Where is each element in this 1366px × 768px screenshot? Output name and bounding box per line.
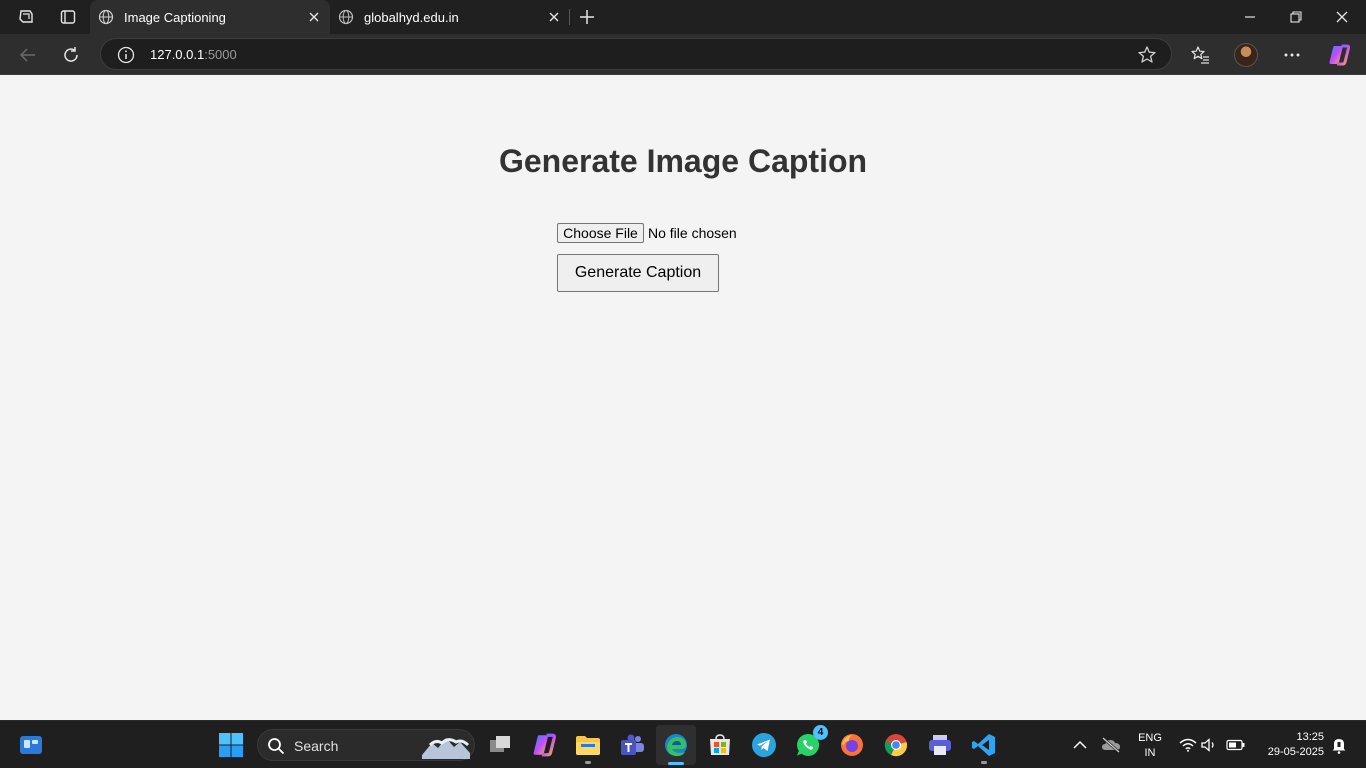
choose-file-button[interactable]: Choose File bbox=[557, 223, 644, 243]
notifications-button[interactable] bbox=[1329, 735, 1349, 755]
copilot-app[interactable] bbox=[528, 729, 560, 761]
task-view-icon bbox=[490, 736, 510, 752]
teams-app[interactable] bbox=[616, 729, 648, 761]
copilot-icon bbox=[533, 733, 557, 757]
browser-titlebar: Image Captioning globalhyd.edu.in bbox=[0, 0, 1366, 34]
printer-app[interactable] bbox=[924, 729, 956, 761]
favorites-list-icon bbox=[1191, 46, 1209, 64]
globe-icon bbox=[338, 9, 354, 25]
speaker-icon bbox=[1201, 738, 1214, 752]
file-explorer-app[interactable] bbox=[572, 729, 604, 764]
active-indicator bbox=[668, 762, 684, 765]
address-bar[interactable]: 127.0.0.1:5000 bbox=[100, 38, 1172, 70]
tab-actions-icon[interactable] bbox=[56, 6, 80, 28]
region-code: IN bbox=[1144, 747, 1156, 759]
plus-icon bbox=[580, 10, 594, 24]
file-input[interactable]: Choose File No file chosen bbox=[557, 223, 737, 243]
url-text[interactable]: 127.0.0.1:5000 bbox=[150, 47, 237, 62]
refresh-icon bbox=[64, 47, 78, 62]
taskbar: Search 4 ENG IN 13:25 29-05-2025 bbox=[0, 720, 1366, 768]
task-view-button[interactable] bbox=[484, 729, 516, 761]
back-button[interactable] bbox=[15, 42, 41, 68]
file-status-text: No file chosen bbox=[648, 225, 737, 241]
running-indicator bbox=[981, 761, 987, 764]
telegram-app[interactable] bbox=[748, 729, 780, 761]
network-tray-icon[interactable] bbox=[1178, 735, 1198, 755]
url-host: 127.0.0.1 bbox=[150, 47, 205, 62]
cloud-offline-icon bbox=[1102, 737, 1120, 753]
start-button[interactable] bbox=[215, 729, 247, 761]
firefox-app[interactable] bbox=[836, 729, 868, 761]
more-dots-icon bbox=[1284, 53, 1300, 57]
widgets-icon bbox=[20, 736, 42, 754]
tab-globalhyd[interactable]: globalhyd.edu.in bbox=[330, 0, 570, 34]
search-icon bbox=[268, 738, 285, 755]
close-window-button[interactable] bbox=[1330, 5, 1354, 29]
settings-menu-button[interactable] bbox=[1280, 43, 1304, 67]
browser-toolbar: 127.0.0.1:5000 bbox=[0, 34, 1366, 75]
vscode-app[interactable] bbox=[968, 729, 1000, 764]
teams-icon bbox=[621, 734, 644, 755]
running-indicator bbox=[585, 761, 591, 764]
clock-date: 29-05-2025 bbox=[1267, 746, 1324, 758]
page-content: Generate Image Caption Choose File No fi… bbox=[0, 75, 1366, 720]
system-clock[interactable]: 13:25 29-05-2025 bbox=[1258, 730, 1324, 760]
battery-tray-icon[interactable] bbox=[1226, 735, 1246, 755]
chrome-app[interactable] bbox=[880, 729, 912, 761]
close-tab-icon[interactable] bbox=[306, 9, 322, 25]
wifi-icon bbox=[1179, 738, 1197, 752]
tab-title: globalhyd.edu.in bbox=[364, 9, 459, 25]
page-title: Generate Image Caption bbox=[498, 143, 868, 179]
folder-icon bbox=[576, 736, 600, 755]
notification-badge: 4 bbox=[813, 725, 828, 740]
edge-icon bbox=[665, 734, 687, 757]
windows-logo-icon bbox=[219, 733, 243, 757]
globe-icon bbox=[98, 9, 114, 25]
whatsapp-app[interactable]: 4 bbox=[792, 725, 828, 761]
copilot-button[interactable] bbox=[1327, 43, 1351, 67]
search-highlight-image bbox=[422, 738, 470, 759]
refresh-button[interactable] bbox=[58, 42, 84, 68]
minimize-button[interactable] bbox=[1238, 5, 1262, 29]
firefox-icon bbox=[841, 734, 863, 756]
close-tab-icon[interactable] bbox=[546, 9, 562, 25]
profile-avatar[interactable] bbox=[1234, 43, 1258, 67]
store-icon bbox=[710, 734, 730, 755]
tab-title: Image Captioning bbox=[124, 9, 226, 25]
workspaces-icon[interactable] bbox=[14, 6, 38, 28]
notification-bell-icon bbox=[1332, 739, 1346, 754]
chrome-icon bbox=[884, 734, 907, 757]
back-arrow-icon bbox=[19, 48, 35, 62]
language-indicator[interactable]: ENG IN bbox=[1136, 731, 1164, 761]
telegram-icon bbox=[752, 733, 776, 757]
tab-separator bbox=[569, 9, 570, 25]
generate-caption-button[interactable]: Generate Caption bbox=[557, 254, 719, 292]
show-hidden-icons-button[interactable] bbox=[1070, 735, 1090, 755]
site-info-icon[interactable] bbox=[117, 46, 135, 64]
chevron-up-icon bbox=[1073, 740, 1087, 749]
taskbar-search[interactable]: Search bbox=[257, 729, 475, 761]
widgets-button[interactable] bbox=[15, 729, 47, 761]
microsoft-store-app[interactable] bbox=[704, 729, 736, 761]
restore-button[interactable] bbox=[1284, 5, 1308, 29]
favorite-star-icon[interactable] bbox=[1137, 45, 1157, 65]
clock-time: 13:25 bbox=[1296, 731, 1324, 743]
tab-image-captioning[interactable]: Image Captioning bbox=[90, 0, 330, 34]
new-tab-button[interactable] bbox=[575, 5, 599, 29]
battery-icon bbox=[1226, 739, 1245, 751]
copilot-icon bbox=[1329, 44, 1351, 66]
printer-icon bbox=[929, 735, 951, 755]
onedrive-tray-icon[interactable] bbox=[1101, 735, 1121, 755]
favorites-button[interactable] bbox=[1188, 43, 1212, 67]
language-code: ENG bbox=[1138, 732, 1162, 744]
volume-tray-icon[interactable] bbox=[1200, 735, 1220, 755]
edge-app[interactable] bbox=[656, 725, 696, 765]
search-label: Search bbox=[294, 738, 339, 754]
url-port: :5000 bbox=[204, 47, 237, 62]
vscode-icon bbox=[972, 734, 995, 756]
